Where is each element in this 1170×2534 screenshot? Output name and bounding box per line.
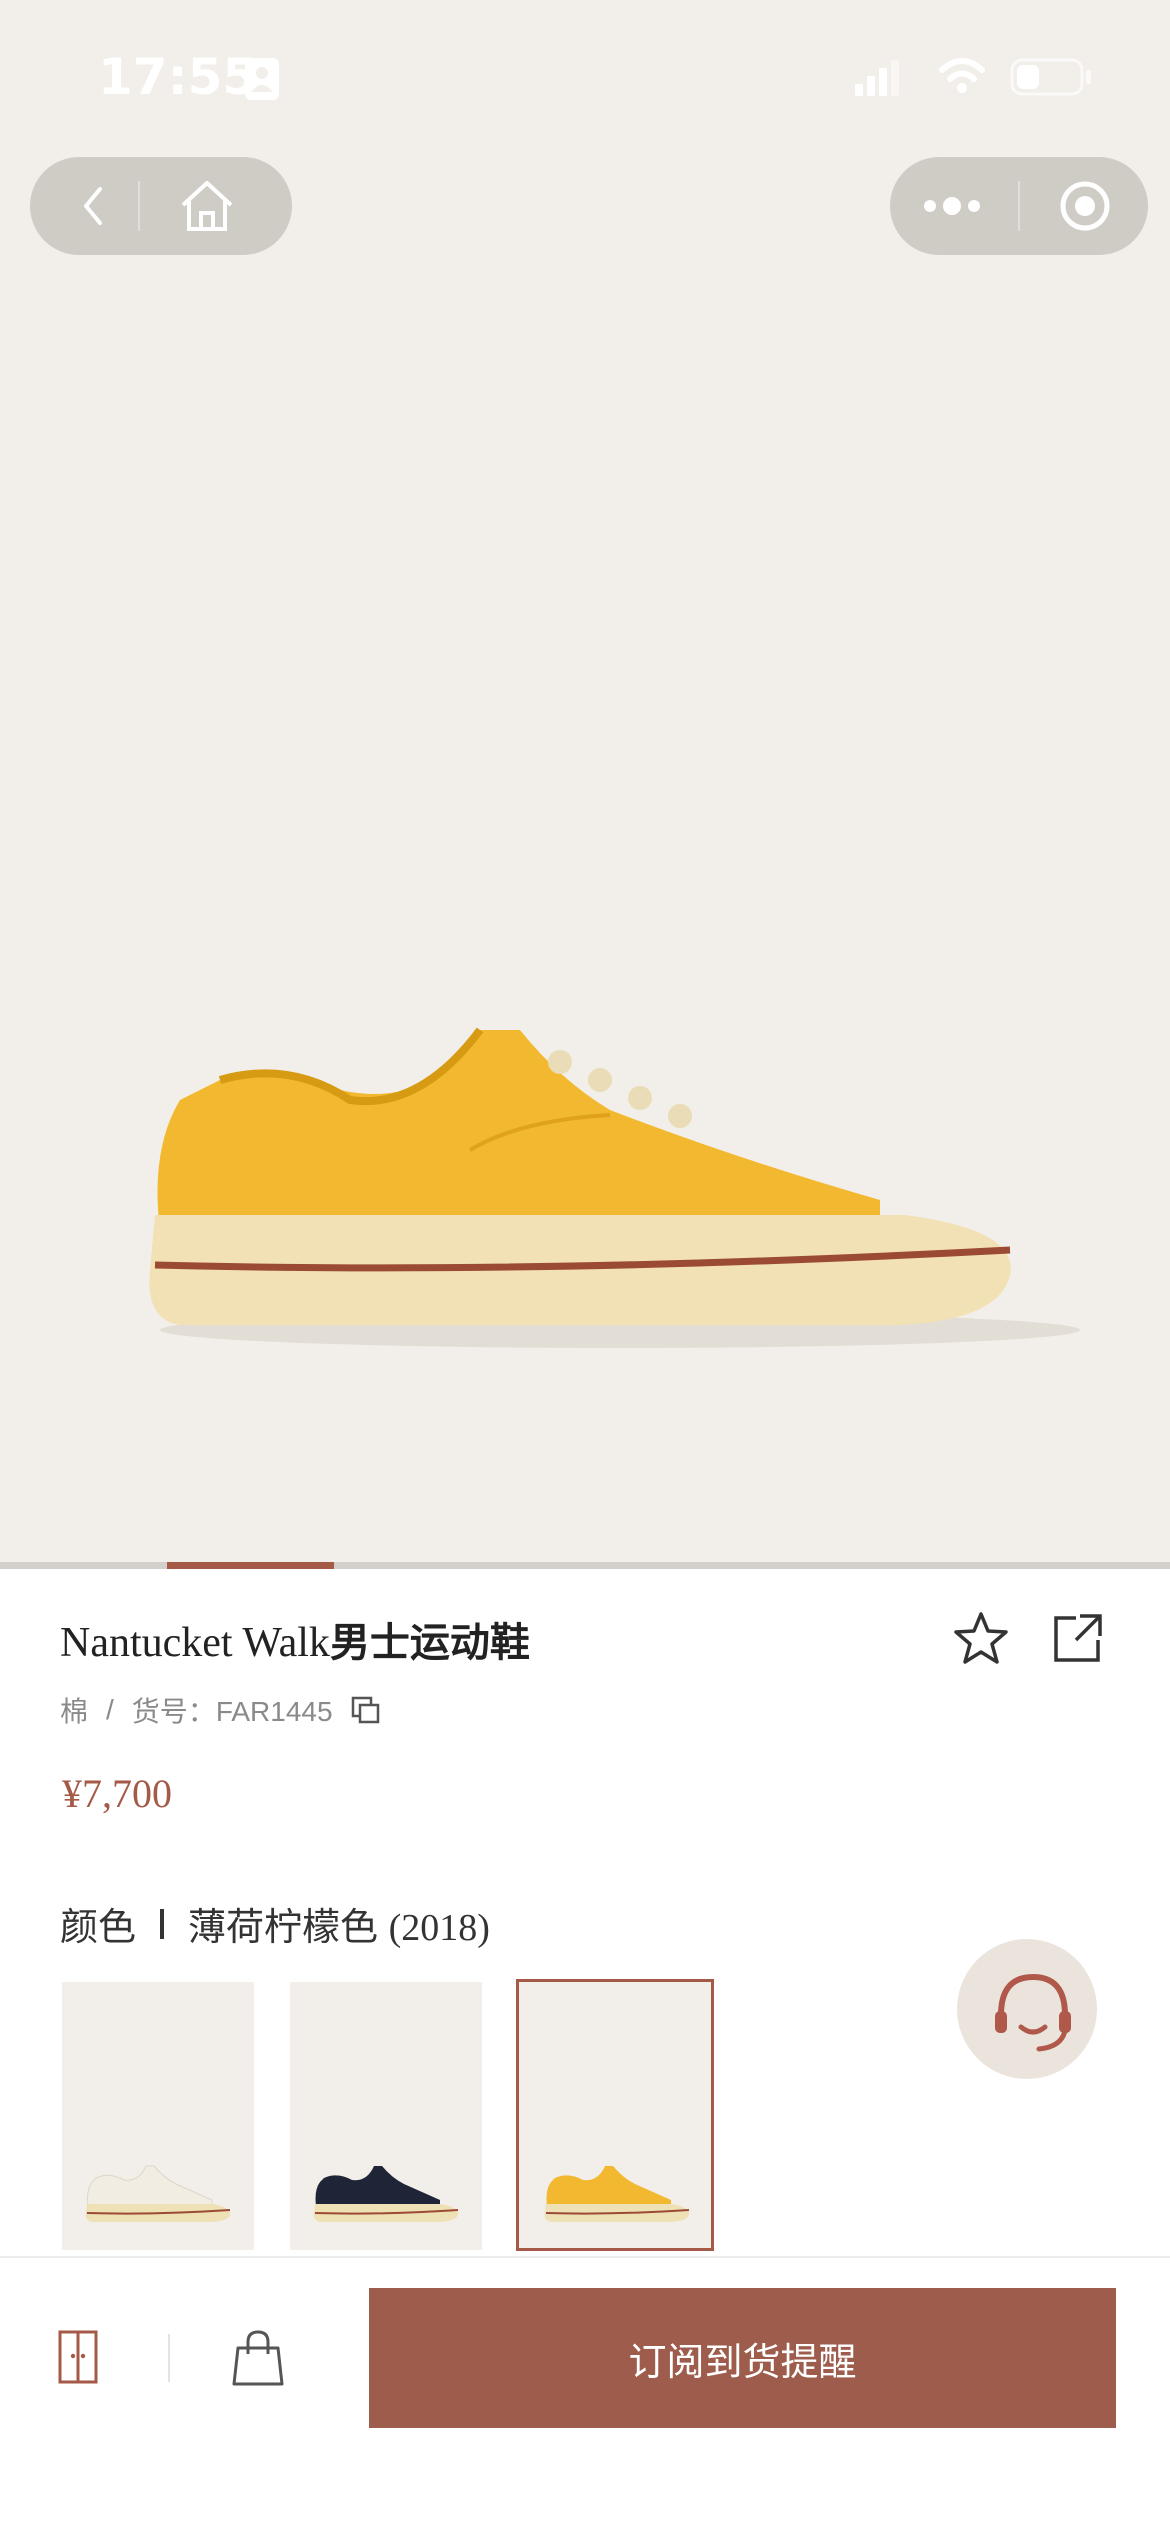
headset-icon — [995, 1973, 1071, 2052]
yellow-shoe-thumbnail — [544, 2166, 690, 2222]
sku-value: FAR1445 — [215, 1696, 333, 1727]
color-label: 颜色 — [60, 1907, 137, 1949]
home-icon[interactable] — [178, 179, 236, 233]
capsule-divider — [138, 181, 140, 231]
color-selected-value: 薄荷柠檬色 (2018) — [188, 1896, 490, 1951]
bottom-action-bar: 订阅到货提醒 — [0, 2256, 1170, 2534]
color-swatch-navy[interactable] — [290, 1982, 482, 2250]
miniprogram-capsule — [890, 157, 1148, 255]
person-badge-icon — [245, 58, 279, 100]
yellow-shoe-image — [149, 1027, 1080, 1348]
nav-capsule — [30, 157, 292, 255]
status-time: 17:55 — [98, 48, 258, 106]
color-selected-name: 薄荷柠檬色 — [188, 1907, 379, 1949]
battery-icon — [1010, 58, 1091, 96]
sku-label: 货号： — [131, 1696, 216, 1727]
color-swatch-white[interactable] — [62, 1982, 254, 2250]
wifi-icon — [939, 58, 985, 93]
signal-icon — [855, 60, 899, 96]
subscribe-restock-button[interactable]: 订阅到货提醒 — [369, 2288, 1116, 2428]
shopping-bag-icon[interactable] — [232, 2330, 284, 2386]
product-price: ¥7,700 — [62, 1771, 172, 1816]
color-selection-label: 颜色 薄荷柠檬色 (2018) — [60, 1896, 490, 1951]
color-separator — [160, 1908, 165, 1939]
back-icon[interactable] — [80, 185, 106, 227]
bottom-bar-divider — [168, 2334, 170, 2382]
share-icon[interactable] — [1050, 1612, 1104, 1666]
close-miniprogram-icon[interactable] — [1058, 179, 1112, 233]
product-title-cn: 男士运动鞋 — [329, 1620, 530, 1666]
product-meta: 棉 / 货号：FAR1445 — [60, 1690, 381, 1730]
color-selected-code: (2018) — [388, 1907, 490, 1949]
navy-shoe-thumbnail — [313, 2166, 459, 2222]
copy-icon[interactable] — [351, 1696, 381, 1724]
gallery-progress-fill — [167, 1562, 335, 1569]
capsule-divider — [1018, 181, 1020, 231]
more-icon[interactable] — [922, 193, 986, 219]
favorite-star-icon[interactable] — [952, 1610, 1010, 1666]
sku-text: 货号：FAR1445 — [132, 1690, 333, 1730]
color-swatch-yellow[interactable] — [516, 1979, 714, 2251]
wardrobe-icon[interactable] — [58, 2330, 98, 2384]
product-title: Nantucket Walk男士运动鞋 — [60, 1610, 530, 1668]
customer-service-button[interactable] — [957, 1939, 1097, 2079]
white-shoe-thumbnail — [85, 2165, 231, 2222]
meta-separator: / — [106, 1694, 114, 1725]
product-hero-image[interactable]: 17:55 — [0, 0, 1170, 1562]
gallery-progress — [0, 1562, 1170, 1569]
material-text: 棉 — [60, 1696, 89, 1727]
product-title-en: Nantucket Walk — [60, 1620, 330, 1666]
